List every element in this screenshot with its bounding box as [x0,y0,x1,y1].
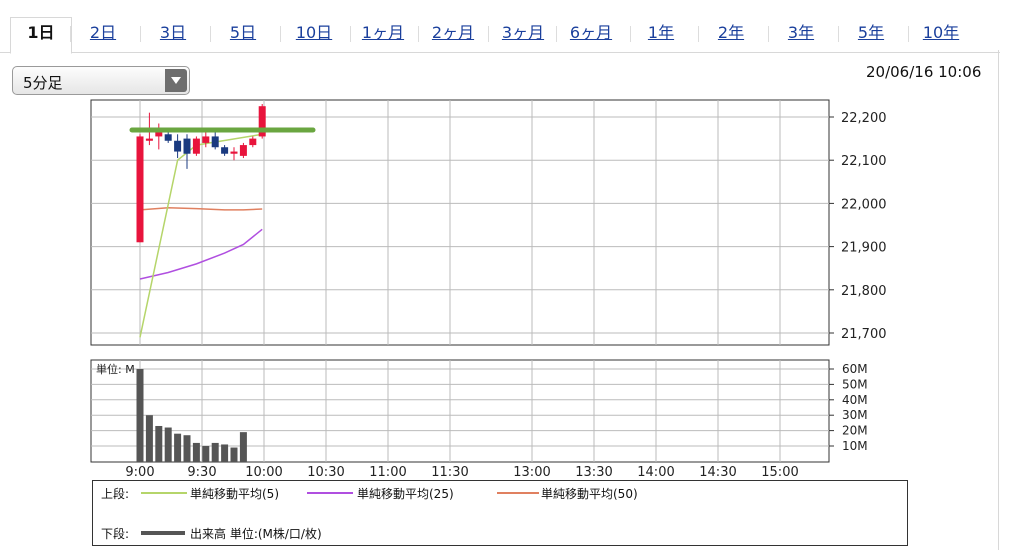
candle-body [221,147,229,154]
price-tick-label: 22,100 [841,154,887,169]
chart-legend: 上段: 単純移動平均(5) 単純移動平均(25) 単純移動平均(50) 下段: … [92,480,908,546]
legend-ma25: 単純移動平均(25) [357,487,454,501]
volume-tick-label: 20M [842,424,868,438]
candle-body [155,132,163,137]
x-tick-label: 10:00 [245,465,282,480]
legend-ma5: 単純移動平均(5) [190,487,279,501]
price-tick-label: 22,000 [841,197,887,212]
x-tick-label: 11:30 [431,465,468,480]
x-tick-label: 10:30 [307,465,344,480]
candle-body [145,138,153,141]
legend-upper-label: 上段: [101,487,130,501]
volume-tick-label: 50M [842,377,868,391]
x-tick-label: 13:30 [575,465,612,480]
price-tick-label: 21,700 [841,327,887,342]
volume-bar [221,444,229,462]
x-tick-label: 15:00 [761,465,798,480]
legend-ma50-swatch [497,492,539,494]
x-tick-label: 14:30 [699,465,736,480]
volume-tick-label: 30M [842,408,868,422]
volume-bar [145,415,153,462]
candle-body [249,138,257,146]
x-tick-label: 14:00 [637,465,674,480]
volume-tick-label: 40M [842,393,868,407]
x-tick-label: 9:30 [187,465,216,480]
volume-bar [164,427,172,462]
price-tick-label: 22,200 [841,111,887,126]
candle-body [183,138,191,154]
volume-bar [155,425,163,462]
price-tick-label: 21,800 [841,284,887,299]
x-tick-label: 9:00 [125,465,154,480]
volume-unit-label: 単位: M [96,362,135,376]
candle-body [239,145,247,156]
volume-bar [202,446,210,462]
stock-chart: 22,200 22,100 22,000 21,900 21,800 21,700 60M5… [90,99,887,480]
volume-bar [174,433,182,462]
candle-body [192,138,200,154]
legend-volume: 出来高 単位:(M株/口/枚) [190,527,322,541]
candle-body [230,151,238,154]
candle-body [202,136,210,143]
volume-bar [239,432,247,462]
legend-ma50: 単純移動平均(50) [541,487,638,501]
volume-bar [136,369,144,462]
volume-tick-label: 10M [842,439,868,453]
candle-body [211,136,219,148]
volume-tick-label: 60M [842,362,868,376]
price-tick-label: 21,900 [841,241,887,256]
legend-volume-swatch [141,531,185,535]
x-tick-label: 13:00 [513,465,550,480]
candle-body [174,140,182,152]
candle-body [136,136,144,243]
volume-bar [230,447,238,462]
volume-bar [183,435,191,462]
volume-bar [211,442,219,462]
legend-ma25-swatch [307,492,353,494]
volume-bar [192,442,200,462]
candle-body [164,134,172,141]
x-tick-label: 11:00 [369,465,406,480]
legend-ma5-swatch [141,492,187,494]
legend-lower-label: 下段: [101,527,130,541]
